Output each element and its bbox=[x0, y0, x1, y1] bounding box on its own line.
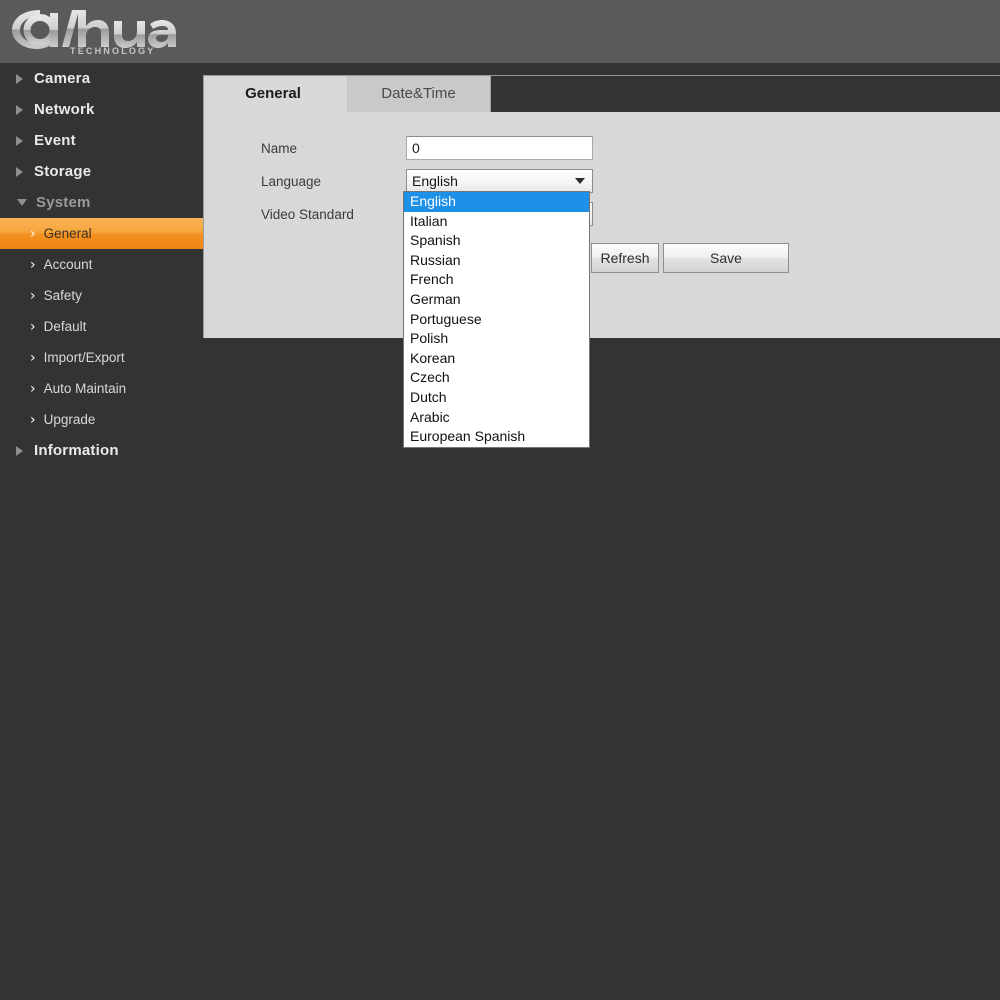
chevron-right-icon: › bbox=[30, 318, 36, 335]
dropdown-option[interactable]: German bbox=[404, 290, 589, 310]
sidebar-item-label: General bbox=[43, 226, 92, 241]
refresh-button[interactable]: Refresh bbox=[591, 243, 659, 273]
sidebar-item-camera[interactable]: Camera bbox=[0, 63, 203, 94]
sidebar-item-auto-maintain[interactable]: › Auto Maintain bbox=[0, 373, 203, 404]
tab-date-time[interactable]: Date&Time bbox=[347, 76, 491, 112]
chevron-right-icon: › bbox=[30, 287, 36, 304]
triangle-right-icon bbox=[16, 166, 23, 177]
sidebar-item-import-export[interactable]: › Import/Export bbox=[0, 342, 203, 373]
sidebar-item-label: Account bbox=[43, 257, 93, 272]
content-panel: General Date&Time Name Language English … bbox=[203, 75, 1000, 338]
triangle-right-icon bbox=[16, 104, 23, 115]
sidebar-item-upgrade[interactable]: › Upgrade bbox=[0, 404, 203, 435]
chevron-right-icon: › bbox=[30, 411, 36, 428]
sidebar-item-default[interactable]: › Default bbox=[0, 311, 203, 342]
sidebar-item-label: Safety bbox=[43, 288, 82, 303]
sidebar-item-label: Network bbox=[34, 101, 95, 118]
dropdown-option[interactable]: Spanish bbox=[404, 231, 589, 251]
dropdown-option[interactable]: French bbox=[404, 270, 589, 290]
language-dropdown-list[interactable]: English Italian Spanish Russian French G… bbox=[403, 191, 590, 448]
tab-bar: General Date&Time bbox=[204, 76, 1000, 112]
name-input[interactable] bbox=[406, 136, 593, 160]
dahua-logo: TECHNOLOGY bbox=[10, 4, 190, 56]
sidebar-nav: Camera Network Event Storage System › Ge… bbox=[0, 63, 203, 1000]
language-select[interactable]: English bbox=[406, 169, 593, 193]
chevron-down-icon bbox=[575, 178, 585, 184]
triangle-right-icon bbox=[16, 73, 23, 84]
sidebar-item-system[interactable]: System bbox=[0, 187, 203, 218]
dropdown-option[interactable]: Arabic bbox=[404, 408, 589, 428]
sidebar-item-label: Upgrade bbox=[43, 412, 96, 427]
dropdown-option[interactable]: Czech bbox=[404, 368, 589, 388]
sidebar-item-event[interactable]: Event bbox=[0, 125, 203, 156]
dropdown-option[interactable]: Russian bbox=[404, 251, 589, 271]
chevron-right-icon: › bbox=[30, 349, 36, 366]
chevron-right-icon: › bbox=[30, 256, 36, 273]
tab-bar-filler bbox=[491, 76, 1000, 112]
chevron-right-icon: › bbox=[30, 225, 36, 242]
dropdown-option[interactable]: Italian bbox=[404, 212, 589, 232]
form-row-name: Name bbox=[261, 135, 593, 161]
save-button[interactable]: Save bbox=[663, 243, 789, 273]
language-select-value: English bbox=[412, 173, 458, 189]
sidebar-item-safety[interactable]: › Safety bbox=[0, 280, 203, 311]
sidebar-item-general[interactable]: › General bbox=[0, 218, 203, 249]
sidebar-item-label: Event bbox=[34, 132, 76, 149]
triangle-right-icon bbox=[16, 445, 23, 456]
app-header: TECHNOLOGY bbox=[0, 0, 1000, 63]
dropdown-option[interactable]: Polish bbox=[404, 329, 589, 349]
svg-text:TECHNOLOGY: TECHNOLOGY bbox=[70, 46, 156, 56]
language-label: Language bbox=[261, 173, 322, 189]
sidebar-item-network[interactable]: Network bbox=[0, 94, 203, 125]
dropdown-option[interactable]: European Spanish bbox=[404, 427, 589, 447]
dropdown-option[interactable]: English bbox=[404, 192, 589, 212]
sidebar-item-information[interactable]: Information bbox=[0, 435, 203, 466]
sidebar-item-label: Import/Export bbox=[43, 350, 125, 365]
dropdown-option[interactable]: Portuguese bbox=[404, 310, 589, 330]
triangle-down-icon bbox=[17, 199, 27, 206]
dropdown-option[interactable]: Dutch bbox=[404, 388, 589, 408]
chevron-right-icon: › bbox=[30, 380, 36, 397]
sidebar-item-storage[interactable]: Storage bbox=[0, 156, 203, 187]
name-label: Name bbox=[261, 140, 298, 156]
sidebar-item-label: Default bbox=[43, 319, 87, 334]
sidebar-item-label: Storage bbox=[34, 163, 92, 180]
dropdown-option[interactable]: Korean bbox=[404, 349, 589, 369]
sidebar-item-label: Auto Maintain bbox=[43, 381, 127, 396]
sidebar-item-label: Information bbox=[34, 442, 119, 459]
tab-general[interactable]: General bbox=[204, 76, 342, 112]
video-standard-label: Video Standard bbox=[261, 206, 354, 222]
sidebar-item-label: Camera bbox=[34, 70, 91, 87]
sidebar-item-label: System bbox=[36, 194, 91, 211]
triangle-right-icon bbox=[16, 135, 23, 146]
sidebar-item-account[interactable]: › Account bbox=[0, 249, 203, 280]
